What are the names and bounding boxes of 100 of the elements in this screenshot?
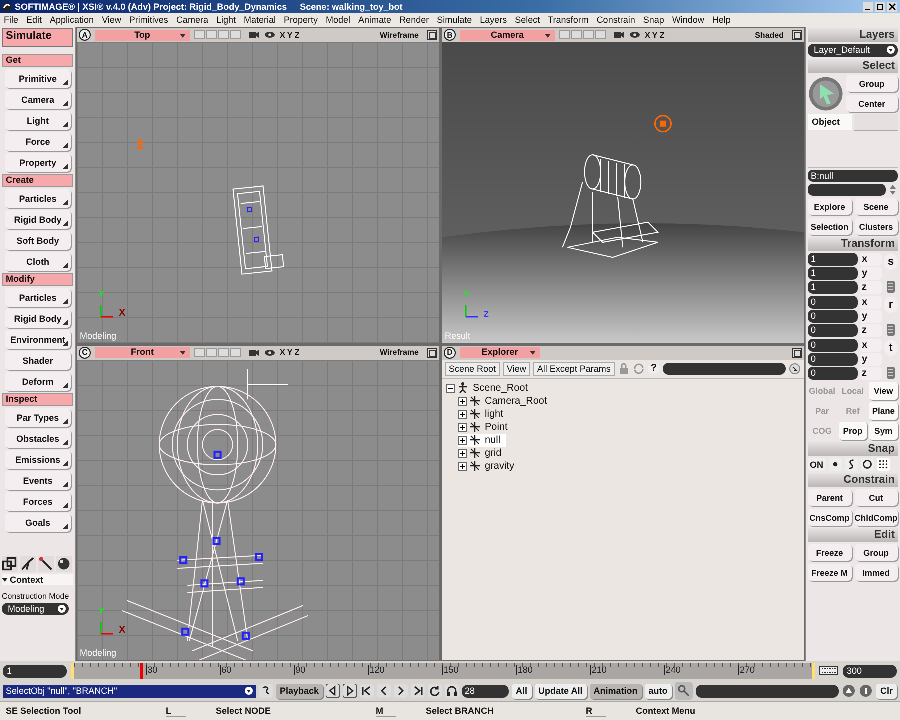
menu-item[interactable]: View [102,15,122,25]
tool-button[interactable]: Deform [5,372,71,391]
axis-toggle[interactable]: X Y Z [280,30,300,40]
menu-item[interactable]: Transform [548,15,589,25]
update-all-button[interactable]: Update All [534,684,587,698]
constrain-button[interactable]: Parent [808,489,852,506]
section-header[interactable]: Layers [808,28,898,42]
previous-key-icon[interactable] [326,684,340,698]
input-field[interactable] [808,184,886,196]
pliers-icon[interactable] [20,556,36,572]
filter-tab[interactable]: Object [808,114,852,130]
section-header[interactable]: Constrain [808,473,898,487]
expander-icon[interactable] [446,384,455,392]
axis-button[interactable]: x [860,339,882,352]
step-back-icon[interactable] [377,684,392,698]
timeline-ruler[interactable]: 30 60 90 120 150 180 210 240 270 [71,663,815,679]
explorer-menu-button[interactable]: View [503,362,530,376]
mode-button[interactable]: View [869,382,898,400]
construction-mode-dropdown[interactable]: Modeling [2,603,69,615]
tool-button[interactable]: Soft Body [5,231,71,250]
viewport-letter[interactable]: B [444,29,456,41]
tree-item[interactable]: grid [458,446,507,460]
clear-button[interactable]: Clr [876,684,897,698]
value-field[interactable]: 0 [808,367,858,380]
constrain-button[interactable]: CnsComp [808,509,852,526]
menu-item[interactable]: Camera [176,15,208,25]
select-button[interactable]: Selection [808,218,852,235]
maximize-icon[interactable] [792,30,802,40]
display-mode-menu[interactable]: Wireframe [380,30,419,40]
sphere-icon[interactable] [56,556,72,572]
tool-button[interactable]: Cloth [5,252,71,271]
menu-item[interactable]: Help [712,15,731,25]
maximize-icon[interactable] [427,30,437,40]
explorer-menu-button[interactable]: Scene Root [445,362,500,376]
transform-tool-button[interactable]: r [884,297,898,313]
axis-button[interactable]: z [860,324,882,337]
camera-icon[interactable] [613,30,625,40]
menu-item[interactable]: Animate [358,15,392,25]
tool-button[interactable]: Force [5,132,71,151]
constrain-button[interactable]: ChldComp [854,509,898,526]
section-header[interactable]: Select [808,59,898,73]
next-key-icon[interactable] [343,684,358,698]
context-header[interactable]: Context [2,574,73,585]
point-snap-icon[interactable] [828,458,842,471]
spinner-icon[interactable] [888,185,898,195]
section-header[interactable]: Transform [808,237,898,251]
current-frame-marker[interactable] [140,663,144,679]
command-field[interactable]: SelectObj "null", "BRANCH" [3,684,256,698]
menu-item[interactable]: Layers [480,15,508,25]
tool-button[interactable]: Environment [5,330,71,349]
panel-title[interactable]: Simulate [2,28,73,47]
menu-item[interactable]: Material [244,15,276,25]
viewport-letter[interactable]: C [79,346,91,358]
menu-item[interactable]: Simulate [437,15,472,25]
select-button[interactable]: Center [846,95,898,112]
up-icon[interactable] [842,684,856,698]
transform-tool-button[interactable]: t [884,340,898,356]
script-icon[interactable] [259,684,273,698]
loop-icon[interactable] [428,684,442,698]
tool-button[interactable]: Events [5,471,71,490]
axis-button[interactable]: x [860,253,882,266]
cubes-icon[interactable] [2,556,18,572]
expander-icon[interactable] [458,436,467,444]
edit-button[interactable]: Freeze M [808,564,852,581]
last-frame-icon[interactable] [411,684,426,698]
view-dropdown[interactable]: Camera [460,30,555,40]
section-header[interactable]: Snap [808,442,898,456]
circle-snap-icon[interactable] [860,458,874,471]
value-field[interactable]: 0 [808,353,858,366]
tool-button[interactable]: Particles [5,189,71,208]
auto-key-button[interactable]: auto [644,684,672,698]
menu-item[interactable]: Window [672,15,704,25]
value-field[interactable]: 0 [808,324,858,337]
eye-icon[interactable] [264,348,276,358]
axis-button[interactable]: y [860,310,882,323]
play-icon[interactable] [394,684,408,698]
view-dropdown[interactable]: Explorer [460,347,540,358]
value-field[interactable]: 0 [808,310,858,323]
menu-icon[interactable] [887,324,895,336]
snap-toggle[interactable]: ON [808,458,826,471]
help-button[interactable]: ? [648,363,660,374]
tool-button[interactable]: Rigid Body [5,210,71,229]
tool-button[interactable]: Camera [5,90,71,109]
expander-icon[interactable] [458,396,467,406]
tool-button[interactable]: Rigid Body [5,309,71,328]
menu-item[interactable]: Constrain [596,15,636,25]
mode-button[interactable]: Sym [869,422,898,440]
select-button[interactable]: Clusters [854,218,898,235]
tree-item[interactable]: gravity [458,460,520,472]
eye-icon[interactable] [629,30,641,40]
view-dropdown[interactable]: Front [95,347,190,358]
value-field[interactable]: 1 [808,281,858,294]
expander-icon[interactable] [458,410,467,418]
edit-button[interactable]: Immed [854,564,898,581]
tool-button[interactable]: Light [5,111,71,130]
layer-dropdown[interactable]: Layer_Default [808,44,898,57]
close-icon[interactable] [887,2,898,12]
constrain-button[interactable]: Cut [854,489,898,506]
headphones-icon[interactable] [445,684,460,698]
expander-icon[interactable] [458,422,467,432]
